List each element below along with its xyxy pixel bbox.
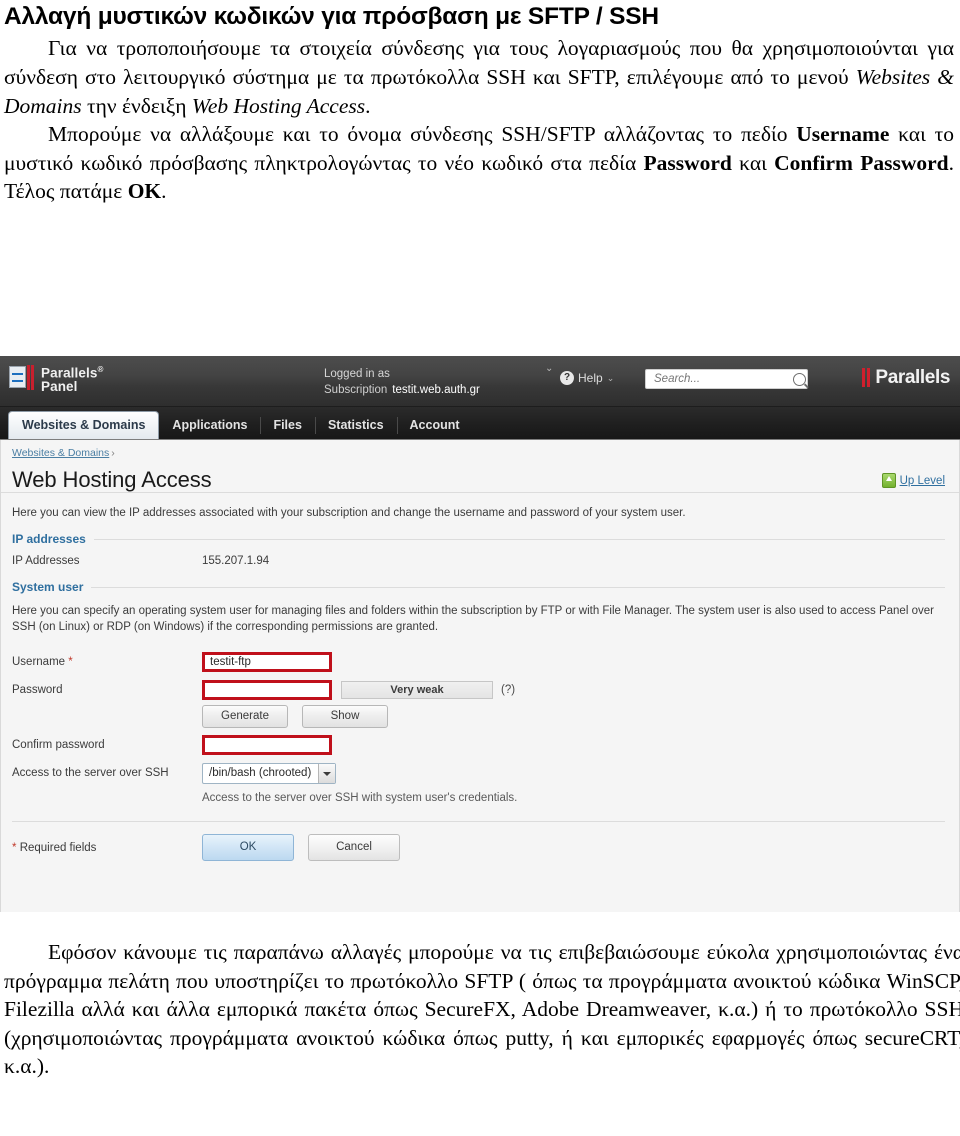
chevron-down-icon[interactable]: ⌄ bbox=[545, 364, 553, 374]
logged-in-label: Logged in as bbox=[324, 368, 390, 380]
ssh-shell-select[interactable]: /bin/bash (chrooted) bbox=[202, 762, 337, 784]
ip-addresses-label: IP Addresses bbox=[12, 555, 80, 567]
help-icon: ? bbox=[560, 371, 574, 385]
chevron-down-icon[interactable] bbox=[318, 763, 336, 783]
password-actions: Generate Show bbox=[12, 705, 959, 728]
required-star: * bbox=[12, 841, 17, 854]
password-row: Password Very weak (?) bbox=[12, 677, 959, 703]
username-label: Username bbox=[12, 656, 66, 668]
paragraph-2-text-a: Μπορούμε να αλλάξουμε και το όνομα σύνδε… bbox=[48, 122, 797, 147]
page-description: Here you can view the IP addresses assoc… bbox=[12, 507, 686, 519]
section-divider bbox=[93, 538, 945, 540]
brand-text: Parallels® Panel bbox=[41, 363, 103, 393]
panel-content: Websites & Domains › Web Hosting Access U… bbox=[0, 440, 960, 912]
up-level-link[interactable]: Up Level bbox=[900, 475, 945, 487]
tab-applications[interactable]: Applications bbox=[159, 412, 260, 439]
paragraph-1-text-b: την ένδειξη bbox=[81, 93, 192, 118]
ip-addresses-value: 155.207.1.94 bbox=[202, 555, 270, 567]
section-header-system-user: System user bbox=[1, 567, 959, 594]
parallels-panel-logo[interactable]: Parallels® Panel bbox=[9, 363, 103, 393]
paragraph-2: Μπορούμε να αλλάξουμε και το όνομα σύνδε… bbox=[4, 120, 954, 206]
up-level-link-group[interactable]: Up Level bbox=[881, 473, 945, 492]
search-box[interactable] bbox=[645, 369, 808, 389]
username-input[interactable]: testit-ftp bbox=[202, 652, 332, 672]
parallels-wordmark: Parallels bbox=[875, 367, 950, 388]
password-label: Password bbox=[12, 684, 63, 696]
tab-account[interactable]: Account bbox=[396, 412, 473, 439]
required-fields-note: * Required fields bbox=[12, 842, 202, 854]
password-input[interactable] bbox=[202, 680, 332, 700]
password-strength-indicator: Very weak bbox=[341, 681, 493, 699]
tab-websites-and-domains[interactable]: Websites & Domains bbox=[8, 411, 160, 439]
section-title-system-user: System user bbox=[12, 580, 84, 594]
tab-statistics[interactable]: Statistics bbox=[314, 412, 397, 439]
paragraph-3: Εφόσον κάνουμε τις παραπάνω αλλαγές μπορ… bbox=[4, 940, 960, 1079]
main-navigation-tabs: Websites & Domains Applications Files St… bbox=[0, 407, 960, 440]
ok-button[interactable]: OK bbox=[202, 834, 294, 861]
subscription-value: testit.web.auth.gr bbox=[392, 384, 480, 396]
paragraph-1-italic-web-hosting-access: Web Hosting Access bbox=[191, 93, 366, 118]
intro-paragraphs: Για να τροποποιήσουμε τα στοιχεία σύνδεσ… bbox=[0, 34, 960, 206]
paragraph-2-text-e: . bbox=[161, 179, 167, 204]
paragraph-2-bold-username: Username bbox=[796, 122, 890, 147]
form-footer: * Required fields OK Cancel bbox=[1, 822, 959, 861]
username-label-wrap: Username * bbox=[12, 656, 202, 668]
panel-header: Parallels® Panel Logged in as Subscripti… bbox=[0, 356, 960, 407]
username-row: Username * testit-ftp bbox=[12, 649, 959, 675]
required-fields-text: Required fields bbox=[19, 841, 97, 854]
password-help-icon[interactable]: (?) bbox=[501, 684, 515, 696]
parallels-bars-icon bbox=[862, 368, 871, 387]
parallels-panel-screenshot: Parallels® Panel Logged in as Subscripti… bbox=[0, 356, 960, 912]
parallels-logo-icon bbox=[9, 364, 35, 391]
section-header-ip-addresses: IP addresses bbox=[1, 519, 959, 546]
help-chevron-down-icon: ⌄ bbox=[606, 372, 615, 383]
paragraph-1: Για να τροποποιήσουμε τα στοιχεία σύνδεσ… bbox=[4, 34, 954, 120]
confirm-password-row: Confirm password bbox=[12, 732, 959, 758]
ssh-access-row: Access to the server over SSH /bin/bash … bbox=[12, 760, 959, 786]
closing-paragraph-block: Εφόσον κάνουμε τις παραπάνω αλλαγές μπορ… bbox=[0, 938, 960, 1081]
registered-mark: ® bbox=[97, 365, 104, 374]
confirm-password-label: Confirm password bbox=[12, 739, 105, 751]
system-user-form: Username * testit-ftp Password Very weak… bbox=[1, 635, 959, 804]
generate-password-button[interactable]: Generate bbox=[202, 705, 288, 728]
ssh-access-hint: Access to the server over SSH with syste… bbox=[202, 792, 518, 804]
section-divider bbox=[91, 586, 945, 588]
paragraph-2-bold-password: Password bbox=[643, 150, 732, 175]
ip-addresses-row: IP Addresses 155.207.1.94 bbox=[1, 546, 959, 567]
up-level-icon bbox=[881, 473, 896, 488]
section-title-ip-addresses: IP addresses bbox=[12, 532, 86, 546]
paragraph-2-bold-confirm-password: Confirm Password bbox=[774, 150, 949, 175]
paragraph-2-text-c: και bbox=[731, 150, 775, 175]
help-label: Help bbox=[578, 371, 603, 385]
system-user-description-line1: Here you can specify an operating system… bbox=[12, 605, 837, 617]
breadcrumb-separator: › bbox=[111, 447, 115, 459]
help-menu[interactable]: ? Help ⌄ bbox=[560, 371, 614, 385]
parallels-corporate-logo: Parallels bbox=[862, 368, 950, 387]
show-password-button[interactable]: Show bbox=[302, 705, 388, 728]
tab-files[interactable]: Files bbox=[260, 412, 315, 439]
page-title: Αλλαγή μυστικών κωδικών για πρόσβαση με … bbox=[4, 3, 659, 30]
system-user-description: Here you can specify an operating system… bbox=[1, 594, 959, 635]
subscription-label: Subscription bbox=[324, 384, 388, 396]
breadcrumb-link-websites-domains[interactable]: Websites & Domains bbox=[12, 447, 109, 459]
panel-page-title: Web Hosting Access bbox=[12, 467, 212, 492]
search-icon[interactable] bbox=[793, 372, 806, 386]
brand-product: Panel bbox=[41, 378, 78, 394]
search-input[interactable] bbox=[652, 372, 790, 386]
username-required-marker: * bbox=[68, 656, 73, 668]
page-header-row: Web Hosting Access Up Level bbox=[1, 459, 959, 493]
ssh-access-label: Access to the server over SSH bbox=[12, 767, 169, 779]
paragraph-1-text-c: . bbox=[365, 93, 371, 118]
paragraph-2-bold-ok: OK bbox=[127, 179, 162, 204]
paragraph-1-text-a: Για να τροποποιήσουμε τα στοιχεία σύνδεσ… bbox=[4, 36, 954, 90]
logged-in-info: Logged in as Subscription testit.web.auth… bbox=[324, 366, 480, 398]
cancel-button[interactable]: Cancel bbox=[308, 834, 400, 861]
ssh-shell-selected-value: /bin/bash (chrooted) bbox=[209, 767, 312, 779]
breadcrumb: Websites & Domains › bbox=[1, 440, 959, 459]
confirm-password-input[interactable] bbox=[202, 735, 332, 755]
